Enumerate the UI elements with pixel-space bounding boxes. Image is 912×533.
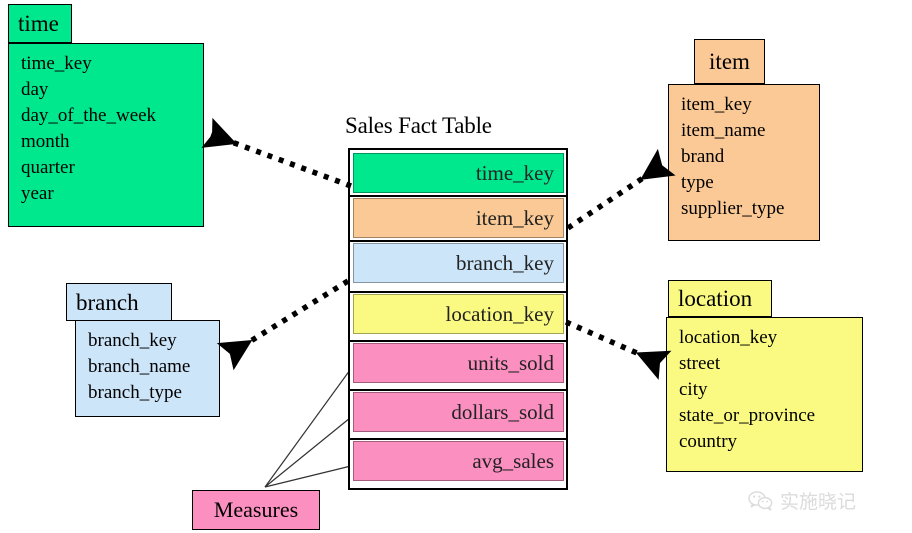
watermark-text: 实施晓记	[780, 491, 857, 513]
fact-row-label: branch_key	[456, 250, 554, 275]
measures-label: Measures	[213, 497, 299, 522]
fact-row-dollars-sold: dollars_sold	[353, 392, 564, 432]
fact-row-label: location_key	[445, 301, 554, 326]
field-month: month	[21, 131, 70, 152]
field-day: day	[21, 79, 49, 100]
arrow-fact-to-item	[566, 148, 676, 231]
field-branch-type: branch_type	[88, 382, 182, 403]
wechat-icon	[748, 490, 773, 511]
fact-row-label: units_sold	[467, 350, 554, 375]
field-item-key: item_key	[681, 94, 752, 115]
dimension-title-item: item	[709, 49, 750, 74]
star-schema-diagram: time time_key day day_of_the_week month …	[0, 0, 912, 533]
field-supplier-type: supplier_type	[681, 198, 785, 219]
fact-row-time-key: time_key	[353, 153, 564, 193]
dimension-body-item: item_key item_name brand type supplier_t…	[668, 84, 820, 241]
dimension-header-branch: branch	[66, 283, 172, 321]
watermark: 实施晓记	[748, 487, 856, 514]
fact-row-item-key: item_key	[353, 198, 564, 238]
field-street: street	[679, 353, 721, 374]
field-time-key: time_key	[21, 53, 92, 74]
field-year: year	[21, 183, 54, 204]
field-city: city	[679, 379, 708, 400]
dimension-body-time: time_key day day_of_the_week month quart…	[8, 43, 204, 227]
field-branch-name: branch_name	[88, 356, 191, 377]
fact-row-divider	[350, 240, 566, 242]
dimension-title-location: location	[678, 286, 753, 311]
dimension-title-branch: branch	[76, 289, 139, 315]
fact-row-units-sold: units_sold	[353, 343, 564, 383]
fact-row-branch-key: branch_key	[353, 243, 564, 283]
dimension-header-item: item	[694, 39, 765, 84]
field-location-key: location_key	[679, 327, 778, 348]
fact-table: time_key item_key branch_key location_ke…	[348, 148, 568, 490]
fact-row-divider	[350, 438, 566, 440]
arrow-fact-to-branch	[216, 278, 350, 371]
fact-row-divider	[350, 291, 566, 293]
fact-table-title: Sales Fact Table	[345, 113, 492, 138]
fact-row-label: time_key	[475, 160, 554, 185]
field-type: type	[681, 172, 714, 193]
fact-row-divider	[350, 389, 566, 391]
dimension-header-time: time	[8, 4, 72, 43]
field-quarter: quarter	[21, 157, 75, 178]
field-day-of-the-week: day_of_the_week	[21, 105, 157, 126]
field-state-or-province: state_or_province	[679, 405, 816, 426]
fact-row-divider	[350, 195, 566, 197]
fact-row-location-key: location_key	[353, 294, 564, 334]
fact-row-label: dollars_sold	[451, 399, 554, 424]
arrow-fact-to-time	[201, 117, 352, 189]
field-item-name: item_name	[681, 120, 766, 141]
dimension-header-location: location	[668, 280, 772, 317]
field-brand: brand	[681, 146, 725, 167]
measures-label-box: Measures	[192, 490, 320, 530]
field-country: country	[679, 431, 738, 452]
field-branch-key: branch_key	[88, 330, 177, 351]
dimension-body-location: location_key street city state_or_provin…	[666, 317, 863, 472]
fact-row-divider	[350, 340, 566, 342]
fact-row-label: avg_sales	[472, 448, 554, 473]
arrow-fact-to-location	[564, 319, 672, 380]
dimension-body-branch: branch_key branch_name branch_type	[75, 320, 220, 417]
fact-row-label: item_key	[475, 205, 554, 230]
dimension-title-time: time	[18, 11, 59, 36]
fact-row-avg-sales: avg_sales	[353, 441, 564, 481]
